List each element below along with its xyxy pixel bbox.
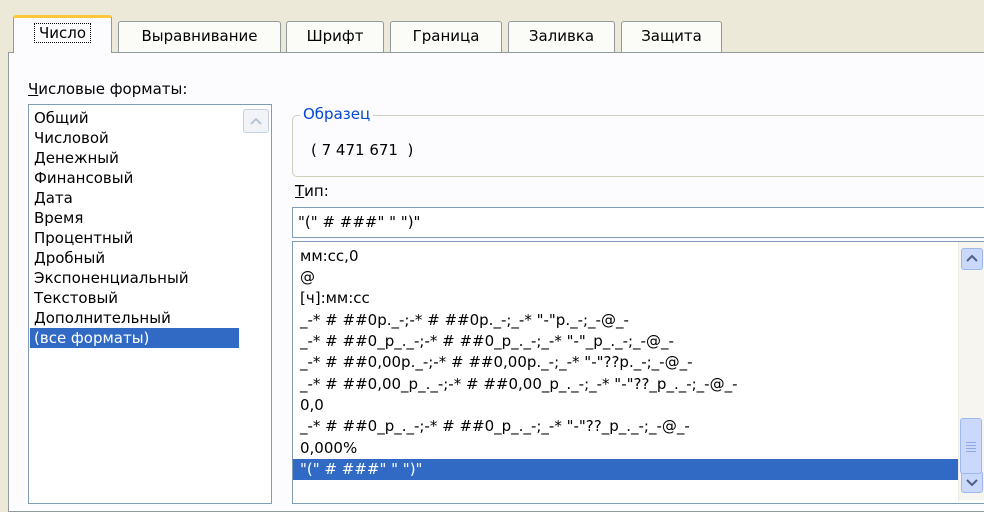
category-item-special[interactable]: Дополнительный	[30, 308, 239, 328]
category-item-accounting[interactable]: Финансовый	[30, 168, 239, 188]
tab-number[interactable]: Число	[13, 15, 112, 53]
format-item[interactable]: @	[293, 267, 959, 287]
type-input[interactable]: "(" # ###" " ")"	[292, 207, 984, 238]
category-list[interactable]: Общий Числовой Денежный Финансовый Дата …	[28, 104, 272, 504]
thumb-grip-line	[966, 448, 976, 449]
category-item-text[interactable]: Текстовый	[30, 288, 239, 308]
format-item-selected[interactable]: "(" # ###" " ")"	[293, 459, 959, 480]
format-item[interactable]: _-* # ##0р._-;-* # ##0р._-;_-* "-"р._-;_…	[293, 310, 959, 330]
scroll-down-button[interactable]	[961, 471, 983, 493]
category-item-general[interactable]: Общий	[30, 108, 239, 128]
tab-protection[interactable]: Защита	[621, 21, 722, 52]
tab-alignment[interactable]: Выравнивание	[118, 21, 281, 52]
format-item[interactable]: _-* # ##0,00р._-;-* # ##0,00р._-;_-* "-"…	[293, 352, 959, 372]
category-item-date[interactable]: Дата	[30, 188, 239, 208]
thumb-grip-line	[966, 451, 976, 452]
format-item[interactable]: [ч]:мм:сс	[293, 288, 959, 308]
format-item[interactable]: 0,0	[293, 395, 959, 415]
format-item[interactable]: 0,000%	[293, 438, 959, 458]
category-item-currency[interactable]: Денежный	[30, 148, 239, 168]
chevron-up-icon	[250, 117, 262, 125]
thumb-grip-line	[966, 442, 976, 443]
sample-value: ( 7 471 671 )	[311, 141, 414, 159]
category-item-fraction[interactable]: Дробный	[30, 248, 239, 268]
format-item[interactable]: мм:сс,0	[293, 246, 959, 266]
chevron-up-icon	[966, 254, 978, 262]
category-scroll-up-button[interactable]	[243, 109, 269, 133]
sample-legend: Образец	[300, 104, 374, 124]
category-item-custom[interactable]: (все форматы)	[30, 328, 239, 348]
chevron-down-icon	[966, 479, 978, 487]
category-item-scientific[interactable]: Экспоненциальный	[30, 268, 239, 288]
tab-font[interactable]: Шрифт	[286, 21, 384, 52]
category-item-numeric[interactable]: Числовой	[30, 128, 239, 148]
tab-fill[interactable]: Заливка	[508, 21, 615, 52]
format-list[interactable]: мм:сс,0 @ [ч]:мм:сс _-* # ##0р._-;-* # #…	[292, 241, 984, 504]
thumb-grip-line	[966, 445, 976, 446]
scroll-up-button[interactable]	[961, 248, 983, 270]
scroll-thumb[interactable]	[960, 418, 982, 474]
category-item-percent[interactable]: Процентный	[30, 228, 239, 248]
category-item-time[interactable]: Время	[30, 208, 239, 228]
type-label: Тип:	[295, 182, 329, 200]
format-item[interactable]: _-* # ##0_р_._-;-* # ##0_р_._-;_-* "-"_р…	[293, 331, 959, 351]
format-item[interactable]: _-* # ##0,00_р_._-;-* # ##0,00_р_._-;_-*…	[293, 374, 959, 394]
tab-number-label: Число	[33, 23, 92, 43]
tab-border[interactable]: Граница	[390, 21, 502, 52]
categories-label: Числовые форматы:	[28, 80, 188, 98]
format-item[interactable]: _-* # ##0_р_._-;-* # ##0_р_._-;_-* "-"??…	[293, 416, 959, 436]
